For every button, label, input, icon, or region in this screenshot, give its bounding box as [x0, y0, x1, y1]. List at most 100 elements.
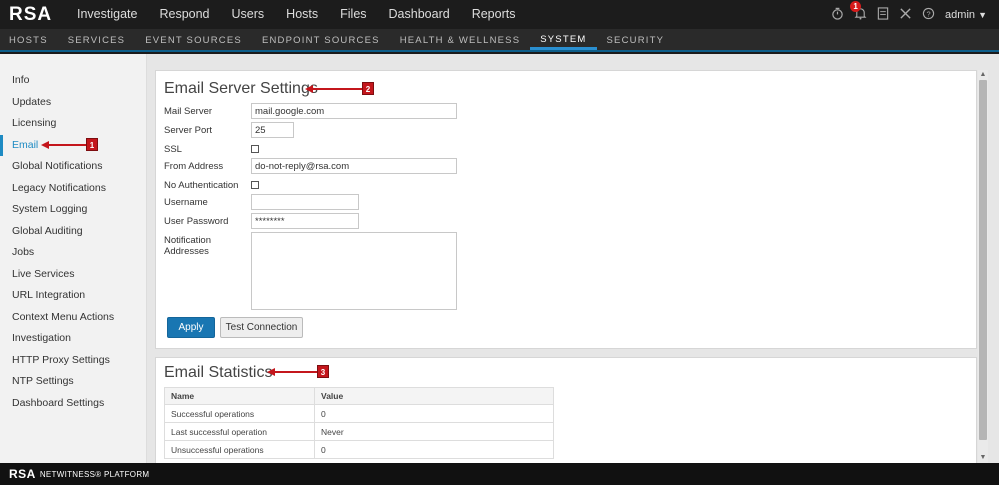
- mail-server-label: Mail Server: [164, 106, 213, 117]
- nav-hosts[interactable]: Hosts: [275, 0, 329, 29]
- callout-number: 1: [86, 138, 98, 151]
- chevron-down-icon: ▼: [978, 9, 987, 20]
- notification-addresses-label: Notification Addresses: [164, 235, 211, 257]
- user-menu[interactable]: admin ▼: [945, 9, 987, 21]
- notes-icon[interactable]: [877, 6, 889, 23]
- timer-icon[interactable]: [831, 7, 844, 23]
- sidebar-item-ntp-settings[interactable]: NTP Settings: [0, 371, 146, 393]
- user-name: admin: [945, 8, 976, 21]
- tab-security[interactable]: SECURITY: [597, 29, 675, 50]
- ssl-label: SSL: [164, 144, 182, 155]
- stat-name: Unsuccessful operations: [164, 440, 315, 459]
- footer-rsa-logo: RSA: [9, 467, 36, 481]
- table-row: Last successful operation Never: [164, 422, 554, 441]
- scroll-up-arrow-icon[interactable]: ▲: [978, 70, 988, 80]
- sidebar-item-global-notifications[interactable]: Global Notifications: [0, 156, 146, 178]
- server-port-label: Server Port: [164, 125, 213, 136]
- nav-users[interactable]: Users: [221, 0, 276, 29]
- user-password-label: User Password: [164, 216, 229, 227]
- nav-respond[interactable]: Respond: [148, 0, 220, 29]
- nav-files[interactable]: Files: [329, 0, 377, 29]
- arrow-line: [313, 87, 362, 90]
- email-server-settings-panel: Email Server Settings Mail Server Server…: [155, 70, 977, 349]
- tab-system[interactable]: SYSTEM: [530, 29, 597, 50]
- callout-1: 1: [41, 138, 98, 151]
- tab-event-sources[interactable]: EVENT SOURCES: [135, 29, 252, 50]
- vertical-scrollbar[interactable]: ▲ ▼: [978, 70, 988, 463]
- sidebar-item-global-auditing[interactable]: Global Auditing: [0, 221, 146, 243]
- nav-dashboard[interactable]: Dashboard: [378, 0, 461, 29]
- sidebar-item-live-services[interactable]: Live Services: [0, 264, 146, 286]
- table-row: Unsuccessful operations 0: [164, 440, 554, 459]
- sidebar-item-info[interactable]: Info: [0, 70, 146, 92]
- email-server-settings-title: Email Server Settings: [164, 80, 318, 97]
- server-port-input[interactable]: [251, 122, 294, 138]
- sidebar-item-legacy-notifications[interactable]: Legacy Notifications: [0, 178, 146, 200]
- rsa-logo[interactable]: RSA: [0, 4, 66, 26]
- scroll-down-arrow-icon[interactable]: ▼: [978, 453, 988, 463]
- sub-nav: HOSTS SERVICES EVENT SOURCES ENDPOINT SO…: [0, 29, 999, 52]
- notification-label-line1: Notification: [164, 235, 211, 246]
- sidebar-item-url-integration[interactable]: URL Integration: [0, 285, 146, 307]
- footer: RSA NETWITNESS® PLATFORM: [0, 463, 999, 485]
- arrow-line: [275, 370, 317, 373]
- sidebar-item-investigation[interactable]: Investigation: [0, 328, 146, 350]
- tab-health-wellness[interactable]: HEALTH & WELLNESS: [390, 29, 531, 50]
- sidebar-item-updates[interactable]: Updates: [0, 92, 146, 114]
- nav-reports[interactable]: Reports: [461, 0, 527, 29]
- help-icon[interactable]: ?: [922, 7, 935, 23]
- footer-platform-text: NETWITNESS® PLATFORM: [39, 469, 150, 479]
- callout-3: 3: [267, 365, 329, 378]
- callout-number: 2: [362, 82, 374, 95]
- notifications-bell-icon[interactable]: 1: [850, 0, 867, 23]
- content-area: Email Server Settings Mail Server Server…: [155, 70, 977, 463]
- callout-2: 2: [305, 82, 374, 95]
- tab-endpoint-sources[interactable]: ENDPOINT SOURCES: [252, 29, 390, 50]
- nav-investigate[interactable]: Investigate: [66, 0, 148, 29]
- username-input[interactable]: [251, 194, 359, 210]
- sidebar-item-system-logging[interactable]: System Logging: [0, 199, 146, 221]
- stat-value: 0: [314, 404, 554, 423]
- from-address-label: From Address: [164, 161, 224, 172]
- top-right-tools: 1 ? admin ▼: [831, 0, 987, 29]
- from-address-input[interactable]: [251, 158, 457, 174]
- column-header-name: Name: [164, 387, 315, 405]
- arrow-left-icon: [267, 367, 275, 376]
- sidebar-item-jobs[interactable]: Jobs: [0, 242, 146, 264]
- callout-number: 3: [317, 365, 329, 378]
- column-header-value: Value: [314, 387, 554, 405]
- username-label: Username: [164, 197, 208, 208]
- stat-name: Last successful operation: [164, 422, 315, 441]
- notification-addresses-textarea[interactable]: [251, 232, 457, 310]
- ssl-checkbox[interactable]: [251, 145, 259, 153]
- stat-value: 0: [314, 440, 554, 459]
- tab-services[interactable]: SERVICES: [58, 29, 135, 50]
- stat-value: Never: [314, 422, 554, 441]
- scrollbar-thumb[interactable]: [979, 80, 987, 440]
- sidebar-item-dashboard-settings[interactable]: Dashboard Settings: [0, 393, 146, 415]
- notification-count-badge: 1: [850, 0, 862, 12]
- main-area: Info Updates Licensing Email Global Noti…: [0, 54, 999, 463]
- arrow-line: [49, 143, 86, 146]
- tools-icon[interactable]: [899, 7, 912, 23]
- top-nav: Investigate Respond Users Hosts Files Da…: [66, 0, 526, 29]
- sidebar-item-context-menu-actions[interactable]: Context Menu Actions: [0, 307, 146, 329]
- stat-name: Successful operations: [164, 404, 315, 423]
- user-password-input[interactable]: [251, 213, 359, 229]
- svg-text:?: ?: [926, 9, 930, 18]
- tab-hosts[interactable]: HOSTS: [0, 29, 58, 50]
- apply-button[interactable]: Apply: [167, 317, 215, 338]
- no-authentication-checkbox[interactable]: [251, 181, 259, 189]
- test-connection-button[interactable]: Test Connection: [220, 317, 303, 338]
- mail-server-input[interactable]: [251, 103, 457, 119]
- arrow-left-icon: [41, 140, 49, 149]
- notification-label-line2: Addresses: [164, 246, 209, 257]
- arrow-left-icon: [305, 84, 313, 93]
- sidebar-item-http-proxy-settings[interactable]: HTTP Proxy Settings: [0, 350, 146, 372]
- table-header-row: Name Value: [164, 387, 554, 405]
- top-bar: RSA Investigate Respond Users Hosts File…: [0, 0, 999, 29]
- no-authentication-label: No Authentication: [164, 180, 239, 191]
- email-statistics-title: Email Statistics: [164, 364, 273, 381]
- sidebar-item-licensing[interactable]: Licensing: [0, 113, 146, 135]
- email-statistics-table: Name Value Successful operations 0 Last …: [164, 387, 554, 459]
